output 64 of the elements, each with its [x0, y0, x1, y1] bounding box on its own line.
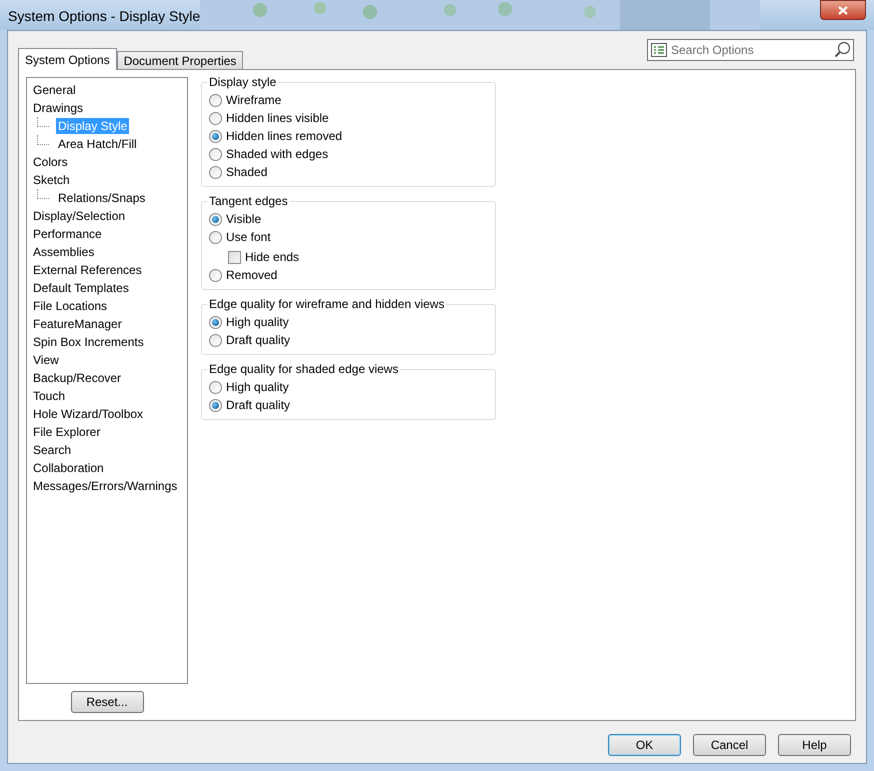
radio-button[interactable]: [209, 94, 222, 106]
tree-item[interactable]: Sketch: [31, 172, 72, 188]
tree-item[interactable]: Collaboration: [31, 460, 106, 476]
close-icon: [838, 6, 848, 14]
tab[interactable]: Document Properties: [116, 51, 244, 69]
group-title: Display style: [207, 75, 278, 90]
list-icon: [651, 43, 667, 57]
search-field[interactable]: Search Options: [647, 39, 854, 61]
group-title: Edge quality for wireframe and hidden views: [207, 297, 446, 312]
tab[interactable]: System Options: [18, 48, 117, 70]
tree-item[interactable]: Relations/Snaps: [56, 190, 148, 206]
tree-item[interactable]: General: [31, 82, 78, 98]
group-title: Edge quality for shaded edge views: [207, 362, 400, 377]
radio-button[interactable]: [209, 212, 222, 226]
option-label: Removed: [226, 267, 278, 284]
tree-item[interactable]: Performance: [31, 226, 104, 242]
option-label: Hidden lines removed: [226, 128, 342, 145]
dialog-button[interactable]: Cancel: [693, 734, 766, 756]
tree-item[interactable]: FeatureManager: [31, 316, 124, 332]
reset-button[interactable]: Reset...: [70, 691, 144, 713]
tree-item[interactable]: File Locations: [31, 298, 110, 314]
radio-button[interactable]: [209, 112, 222, 124]
option-label: Hidden lines visible: [226, 110, 329, 127]
tree-item[interactable]: External References: [31, 262, 144, 278]
tree-item[interactable]: Hole Wizard/Toolbox: [31, 406, 146, 422]
radio-button[interactable]: [209, 268, 222, 282]
option-label: Draft quality: [226, 332, 290, 349]
option-label: High quality: [226, 314, 289, 331]
search-icon: [834, 41, 851, 58]
option-label: Draft quality: [226, 397, 290, 414]
tree-item[interactable]: View: [31, 352, 61, 368]
radio-button[interactable]: [209, 334, 222, 346]
dialog-button[interactable]: Help: [778, 734, 851, 756]
radio-button[interactable]: [209, 398, 222, 412]
option-label: High quality: [226, 379, 289, 396]
radio-button[interactable]: [209, 316, 222, 328]
radio-button[interactable]: [209, 166, 222, 178]
option-label: Hide ends: [245, 249, 300, 266]
tree-item[interactable]: Search: [31, 442, 74, 458]
dialog-button[interactable]: OK: [608, 734, 681, 756]
checkbox[interactable]: [228, 250, 241, 264]
tree-item[interactable]: Default Templates: [31, 280, 131, 296]
tree-item[interactable]: Touch: [31, 388, 68, 404]
tree-item[interactable]: Colors: [31, 154, 70, 170]
tree-item[interactable]: Display/Selection: [31, 208, 128, 224]
option-label: Use font: [226, 229, 271, 246]
radio-button[interactable]: [209, 230, 222, 244]
tree-item[interactable]: Drawings: [31, 100, 86, 116]
radio-button[interactable]: [209, 130, 222, 142]
radio-button[interactable]: [209, 380, 222, 394]
tree-item[interactable]: Backup/Recover: [31, 370, 124, 386]
option-label: Shaded: [226, 164, 268, 181]
tree-item[interactable]: File Explorer: [31, 424, 102, 440]
close-button[interactable]: [820, 0, 866, 20]
group-title: Tangent edges: [207, 194, 290, 209]
tree-item[interactable]: Spin Box Increments: [31, 334, 146, 350]
tree-item[interactable]: Area Hatch/Fill: [56, 136, 139, 152]
radio-button[interactable]: [209, 148, 222, 160]
tree-item[interactable]: Messages/Errors/Warnings: [31, 478, 180, 494]
option-label: Shaded with edges: [226, 146, 328, 163]
window-title: System Options - Display Style: [8, 7, 200, 26]
tree-item[interactable]: Assemblies: [31, 244, 96, 260]
option-label: Wireframe: [226, 92, 282, 109]
option-label: Visible: [226, 211, 262, 228]
